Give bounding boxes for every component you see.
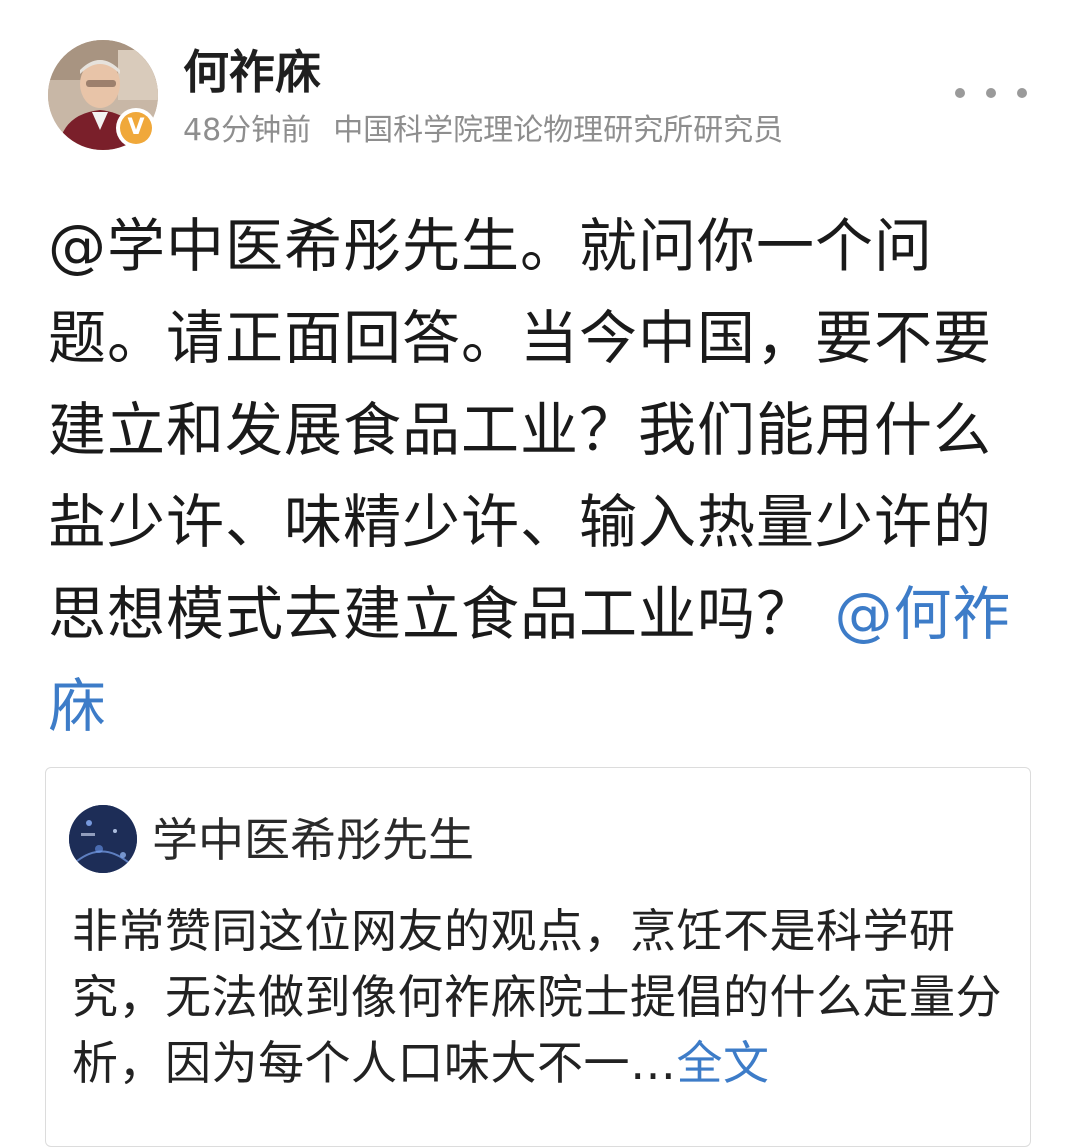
post-meta: 48分钟前 中国科学院理论物理研究所研究员 (183, 110, 783, 152)
quoted-body: 非常赞同这位网友的观点，烹饪不是科学研究，无法做到像何祚庥院士提倡的什么定量分析… (72, 904, 1002, 1090)
post-header: V 何祚庥 48分钟前 中国科学院理论物理研究所研究员 (0, 0, 1080, 170)
more-dot (986, 88, 996, 98)
quoted-post-card[interactable]: 学中医希彤先生 非常赞同这位网友的观点，烹饪不是科学研究，无法做到像何祚庥院士提… (45, 767, 1031, 1147)
quoted-username[interactable]: 学中医希彤先生 (152, 810, 474, 870)
weibo-post: V 何祚庥 48分钟前 中国科学院理论物理研究所研究员 @学中医希彤先生。就问你一… (0, 0, 1080, 1147)
username[interactable]: 何祚庥 (183, 42, 321, 102)
full-text-link[interactable]: 全文 (677, 1036, 770, 1090)
quoted-avatar[interactable] (69, 805, 137, 873)
more-dot (955, 88, 965, 98)
more-dots-icon[interactable] (955, 78, 1027, 108)
more-dot (1017, 88, 1027, 98)
user-title: 中国科学院理论物理研究所研究员 (333, 113, 784, 148)
verified-badge-icon: V (116, 108, 156, 148)
post-body: @学中医希彤先生。就问你一个问题。请正面回答。当今中国，要不要建立和发展食品工业… (48, 200, 1038, 752)
quoted-text: 非常赞同这位网友的观点，烹饪不是科学研究，无法做到像何祚庥院士提倡的什么定量分析… (72, 898, 1002, 1096)
verified-badge-label: V (120, 112, 152, 144)
post-timestamp: 48分钟前 (183, 113, 312, 148)
